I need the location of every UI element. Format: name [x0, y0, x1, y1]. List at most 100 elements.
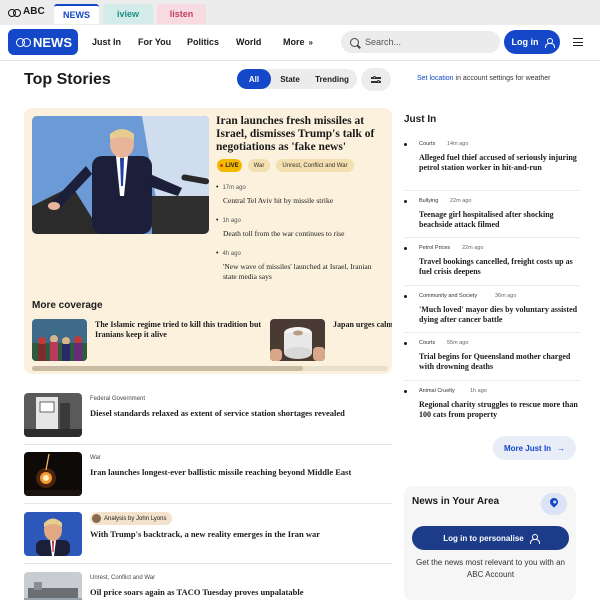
analysis-label: Analysis by John Lyons — [104, 515, 167, 522]
story-category: Federal Government — [90, 396, 146, 402]
bullet-text: Death toll from the war continues to ris… — [223, 229, 345, 238]
login-to-personalise-button[interactable]: Log in to personalise — [412, 526, 569, 550]
just-in-heading: Just In — [404, 114, 437, 125]
search-input[interactable]: Search... — [341, 31, 500, 53]
user-icon — [544, 37, 555, 48]
location-pin-icon — [548, 496, 560, 508]
more-just-in-label: More Just In — [503, 443, 552, 453]
divider — [24, 503, 392, 504]
coverage-scrollbar[interactable] — [32, 366, 388, 371]
story-item[interactable]: Unrest, Conflict and War Oil price soars… — [24, 572, 394, 600]
just-in-category: Courts — [419, 340, 436, 346]
bullet-text: 'New wave of missiles' launched at Israe… — [223, 262, 372, 281]
story-thumbnail — [24, 572, 82, 600]
search-icon — [350, 37, 359, 47]
story-photo-missile-launch — [24, 452, 82, 496]
news-in-your-area-panel: News in Your Area Log in to personalise … — [404, 486, 576, 600]
hero-bullet[interactable]: 17m ago Central Tel Aviv hit by missile … — [216, 184, 386, 206]
story-thumbnail — [24, 452, 82, 496]
coverage-photo-toilet-paper — [270, 319, 325, 361]
story-title: Oil price soars again as TACO Tuesday pr… — [90, 587, 304, 597]
story-title: Iran launches longest-ever ballistic mis… — [90, 467, 352, 477]
settings-message-text: in account settings for weather — [453, 75, 551, 82]
coverage-thumbnail — [270, 319, 325, 361]
hero-bullet[interactable]: 4h ago 'New wave of missiles' launched a… — [216, 250, 386, 282]
just-in-title: Alleged fuel thief accused of seriously … — [419, 153, 577, 172]
just-in-category: Bullying — [419, 198, 439, 204]
nav-more-label: More — [283, 37, 305, 47]
bullet-time: 1h ago — [216, 217, 386, 224]
news-logo-text: NEWS — [33, 34, 72, 50]
tag-war[interactable]: War — [248, 159, 270, 172]
just-in-title: Regional charity struggles to rescue mor… — [419, 400, 578, 419]
story-item[interactable]: Federal Government Diesel standards rela… — [24, 393, 394, 437]
story-item[interactable]: Analysis by John Lyons With Trump's back… — [24, 512, 394, 556]
live-badge-label: LIVE — [225, 162, 239, 169]
just-in-time: 36m ago — [495, 293, 517, 299]
hero-headline[interactable]: Iran launches fresh missiles at Israel, … — [216, 115, 388, 154]
coverage-item[interactable]: The Islamic regime tried to kill this tr… — [32, 319, 272, 361]
hero-bullet[interactable]: 1h ago Death toll from the war continues… — [216, 217, 386, 239]
more-just-in-button[interactable]: More Just In → — [493, 436, 576, 460]
story-title: Diesel standards relaxed as extent of se… — [90, 408, 345, 418]
story-category: War — [90, 455, 101, 461]
abc-news-logo[interactable]: NEWS — [8, 29, 78, 55]
coverage-thumbnail — [32, 319, 87, 361]
coverage-title: The Islamic regime tried to kill this tr… — [95, 320, 262, 339]
coverage-photo-crowd — [32, 319, 87, 361]
just-in-category: Courts — [419, 141, 436, 147]
tag-unrest-conflict-war[interactable]: Unrest, Conflict and War — [276, 159, 354, 172]
chevron-down-icon: » — [308, 38, 313, 47]
hero-image[interactable] — [32, 116, 209, 234]
divider — [404, 380, 580, 381]
just-in-time: 55m ago — [447, 340, 469, 346]
nav-politics[interactable]: Politics — [187, 37, 219, 47]
sliders-icon-knob — [373, 76, 376, 79]
story-title: With Trump's backtrack, a new reality em… — [90, 529, 321, 539]
story-item[interactable]: War Iran launches longest-ever ballistic… — [24, 452, 394, 496]
divider — [404, 237, 580, 238]
bullet-time: 4h ago — [216, 250, 386, 257]
analysis-badge: Analysis by John Lyons — [90, 512, 173, 525]
divider — [404, 285, 580, 286]
network-tab-listen[interactable]: listen — [157, 4, 206, 24]
area-heading: News in Your Area — [412, 496, 500, 507]
network-tab-iview[interactable]: iview — [103, 4, 153, 24]
network-tab-news[interactable]: NEWS — [54, 4, 99, 24]
top-stories-heading: Top Stories — [24, 71, 111, 88]
just-in-title: Trial begins for Queensland mother charg… — [419, 352, 571, 371]
filter-settings-button[interactable] — [361, 68, 391, 91]
login-label: Log in — [511, 37, 539, 47]
just-in-time: 22m ago — [462, 245, 484, 251]
just-in-title: Travel bookings cancelled, freight costs… — [419, 257, 573, 276]
just-in-category: Petrol Prices — [419, 245, 451, 251]
set-location-link[interactable]: Set location — [417, 75, 454, 82]
coverage-item[interactable]: Japan urges calm amid toilet paper shel.… — [270, 319, 392, 361]
nav-just-in[interactable]: Just In — [92, 37, 121, 47]
nav-more[interactable]: More» — [283, 37, 313, 47]
filter-state[interactable]: State — [274, 69, 306, 89]
abc-network-logo[interactable]: ABC — [8, 6, 45, 17]
coverage-title: Japan urges calm amid toilet paper shel.… — [333, 320, 392, 329]
divider — [24, 563, 392, 564]
location-button[interactable] — [541, 493, 567, 515]
story-photo-trump — [24, 512, 82, 556]
login-button[interactable]: Log in — [504, 30, 560, 54]
arrow-right-icon: → — [557, 443, 566, 453]
hero-photo-illustration — [32, 116, 209, 234]
filter-all[interactable]: All — [237, 69, 271, 89]
nav-world[interactable]: World — [236, 37, 261, 47]
hero-story-card: Iran launches fresh missiles at Israel, … — [24, 108, 392, 374]
story-filter-group: All State Trending — [237, 69, 357, 89]
filter-trending[interactable]: Trending — [309, 69, 355, 89]
nav-for-you[interactable]: For You — [138, 37, 171, 47]
personalise-label: Log in to personalise — [443, 533, 524, 543]
story-photo-oil-tanker — [24, 572, 82, 600]
author-avatar — [92, 514, 101, 523]
hamburger-menu-icon[interactable] — [573, 38, 583, 46]
scrollbar-thumb[interactable] — [32, 366, 303, 371]
just-in-time: 22m ago — [450, 198, 472, 204]
area-message: Get the news most relevant to you with a… — [416, 558, 565, 579]
story-photo-fuel-pump — [24, 393, 82, 437]
abc-lissajous-icon — [16, 37, 31, 47]
